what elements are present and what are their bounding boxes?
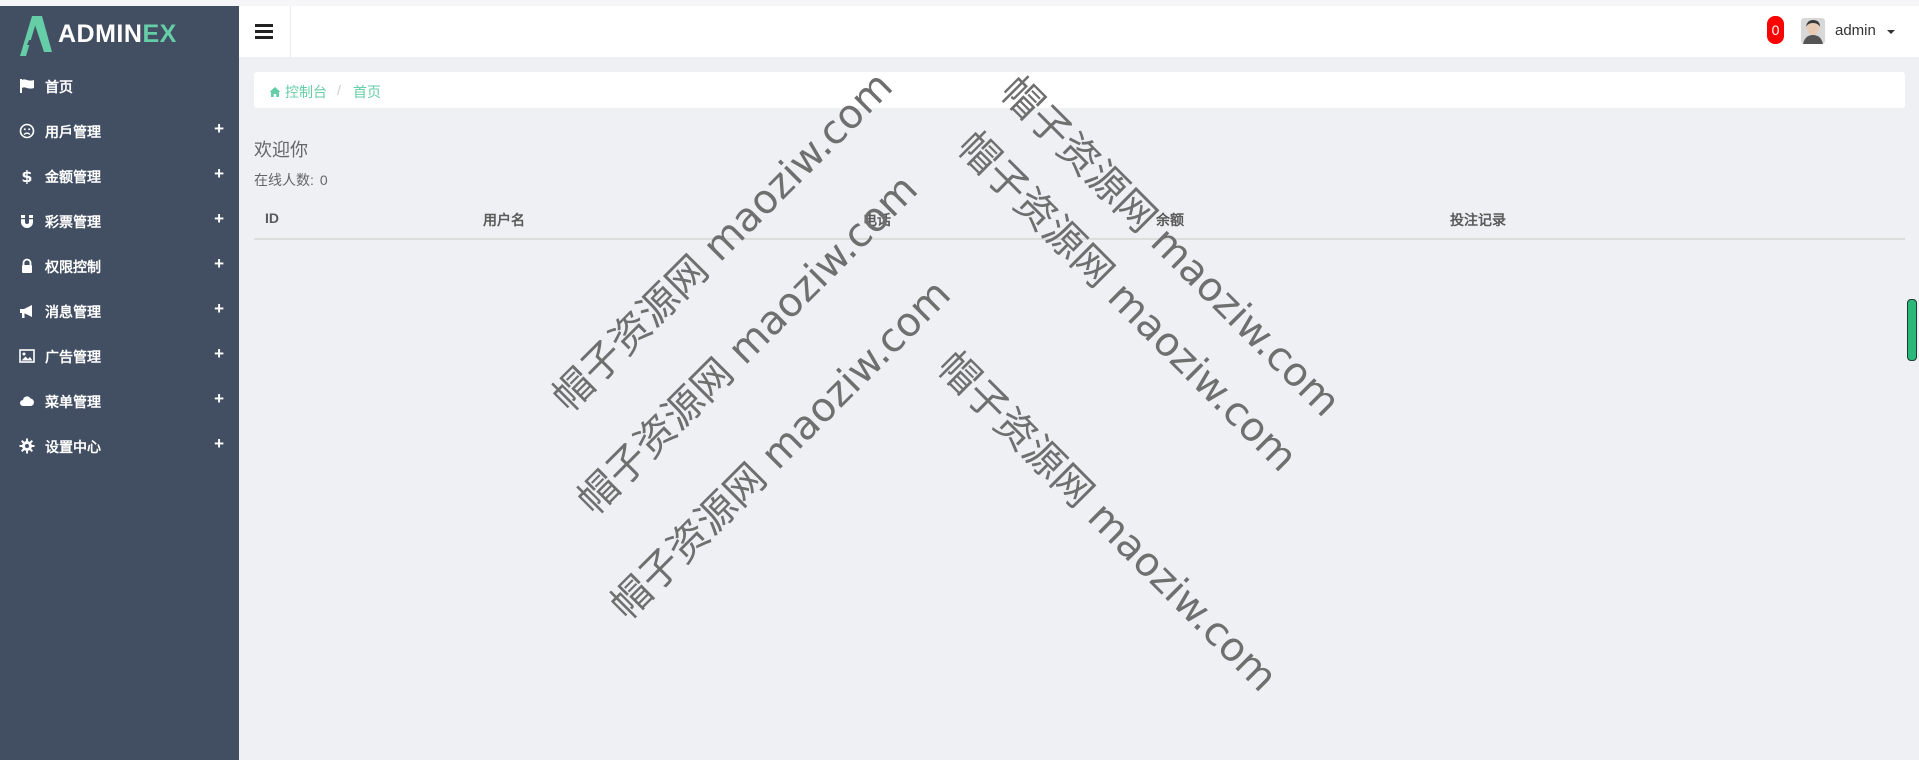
column-header-username[interactable]: 用户名 <box>483 210 525 230</box>
watermark-text: 帽子资源网 maoziw.com <box>948 122 1307 481</box>
frown-icon <box>19 123 35 139</box>
expand-plus-icon[interactable]: + <box>214 434 224 454</box>
sidebar-item-messages[interactable]: 消息管理 + <box>0 289 239 334</box>
user-menu-name[interactable]: admin <box>1835 22 1876 39</box>
column-header-bet-records[interactable]: 投注记录 <box>1450 210 1506 230</box>
column-header-id[interactable]: ID <box>265 210 279 226</box>
hamburger-icon <box>255 30 273 33</box>
breadcrumb-current[interactable]: 首页 <box>353 82 381 102</box>
page-title: 欢迎你 <box>254 140 308 160</box>
sidebar: ADMINEX 首页 用戶管理 + $ 金额管理 + 彩票管理 + 权限控制 +… <box>0 6 239 760</box>
sidebar-item-menus[interactable]: 菜单管理 + <box>0 379 239 424</box>
cloud-icon <box>19 393 35 409</box>
table-header: ID 用户名 电话 余额 投注记录 <box>254 206 1905 240</box>
scrollbar-thumb[interactable] <box>1907 299 1917 361</box>
magnet-icon <box>19 213 35 229</box>
logo-text: ADMINEX <box>58 20 177 48</box>
watermark-text: 帽子资源网 maoziw.com <box>601 270 960 629</box>
online-users: 在线人数: 0 <box>254 170 328 190</box>
watermark-text: 帽子资源网 maoziw.com <box>928 342 1287 701</box>
expand-plus-icon[interactable]: + <box>214 209 224 229</box>
expand-plus-icon[interactable]: + <box>214 254 224 274</box>
breadcrumb: 控制台 / 首页 <box>254 72 1905 108</box>
expand-plus-icon[interactable]: + <box>214 389 224 409</box>
logo-mark-icon <box>20 16 52 56</box>
watermark-layer: 帽子资源网 maoziw.com 帽子资源网 maoziw.com 帽子资源网 … <box>0 0 1919 760</box>
sidebar-item-label: 消息管理 <box>45 304 101 320</box>
dollar-icon: $ <box>19 168 35 184</box>
sidebar-item-label: 首页 <box>45 79 73 95</box>
sidebar-item-label: 用戶管理 <box>45 124 101 140</box>
lock-icon <box>19 258 35 274</box>
caret-down-icon[interactable] <box>1887 30 1895 34</box>
hamburger-icon <box>255 24 273 27</box>
breadcrumb-home-link[interactable]: 控制台 <box>269 82 327 102</box>
home-icon <box>269 87 281 97</box>
online-label: 在线人数: <box>254 172 314 188</box>
expand-plus-icon[interactable]: + <box>214 299 224 319</box>
sidebar-item-settings[interactable]: 设置中心 + <box>0 424 239 469</box>
watermark-text: 帽子资源网 maoziw.com <box>991 67 1350 426</box>
menu-toggle-button[interactable] <box>239 6 291 57</box>
svg-text:$: $ <box>21 168 32 184</box>
sidebar-menu: 首页 用戶管理 + $ 金额管理 + 彩票管理 + 权限控制 + 消息管理 + … <box>0 64 239 469</box>
bullhorn-icon <box>19 303 35 319</box>
column-header-phone[interactable]: 电话 <box>863 210 891 230</box>
sidebar-item-label: 彩票管理 <box>45 214 101 230</box>
image-icon <box>19 348 35 364</box>
breadcrumb-separator: / <box>337 82 341 98</box>
sidebar-item-lottery[interactable]: 彩票管理 + <box>0 199 239 244</box>
sidebar-item-users[interactable]: 用戶管理 + <box>0 109 239 154</box>
expand-plus-icon[interactable]: + <box>214 119 224 139</box>
expand-plus-icon[interactable]: + <box>214 164 224 184</box>
online-count: 0 <box>319 172 328 188</box>
sidebar-item-label: 设置中心 <box>45 439 101 455</box>
sidebar-item-label: 金额管理 <box>45 169 101 185</box>
sidebar-item-permissions[interactable]: 权限控制 + <box>0 244 239 289</box>
sidebar-item-label: 广告管理 <box>45 349 101 365</box>
sidebar-item-home[interactable]: 首页 <box>0 64 239 109</box>
gear-icon <box>19 438 35 454</box>
sidebar-item-label: 菜单管理 <box>45 394 101 410</box>
sidebar-item-finance[interactable]: $ 金额管理 + <box>0 154 239 199</box>
notification-badge[interactable]: 0 <box>1767 16 1784 44</box>
logo[interactable]: ADMINEX <box>18 12 228 60</box>
avatar[interactable] <box>1801 18 1825 44</box>
top-header: 0 admin <box>239 6 1919 57</box>
column-header-balance[interactable]: 余额 <box>1156 210 1184 230</box>
sidebar-item-label: 权限控制 <box>45 259 101 275</box>
hamburger-icon <box>255 36 273 39</box>
expand-plus-icon[interactable]: + <box>214 344 224 364</box>
sidebar-item-ads[interactable]: 广告管理 + <box>0 334 239 379</box>
flag-icon <box>19 78 35 94</box>
